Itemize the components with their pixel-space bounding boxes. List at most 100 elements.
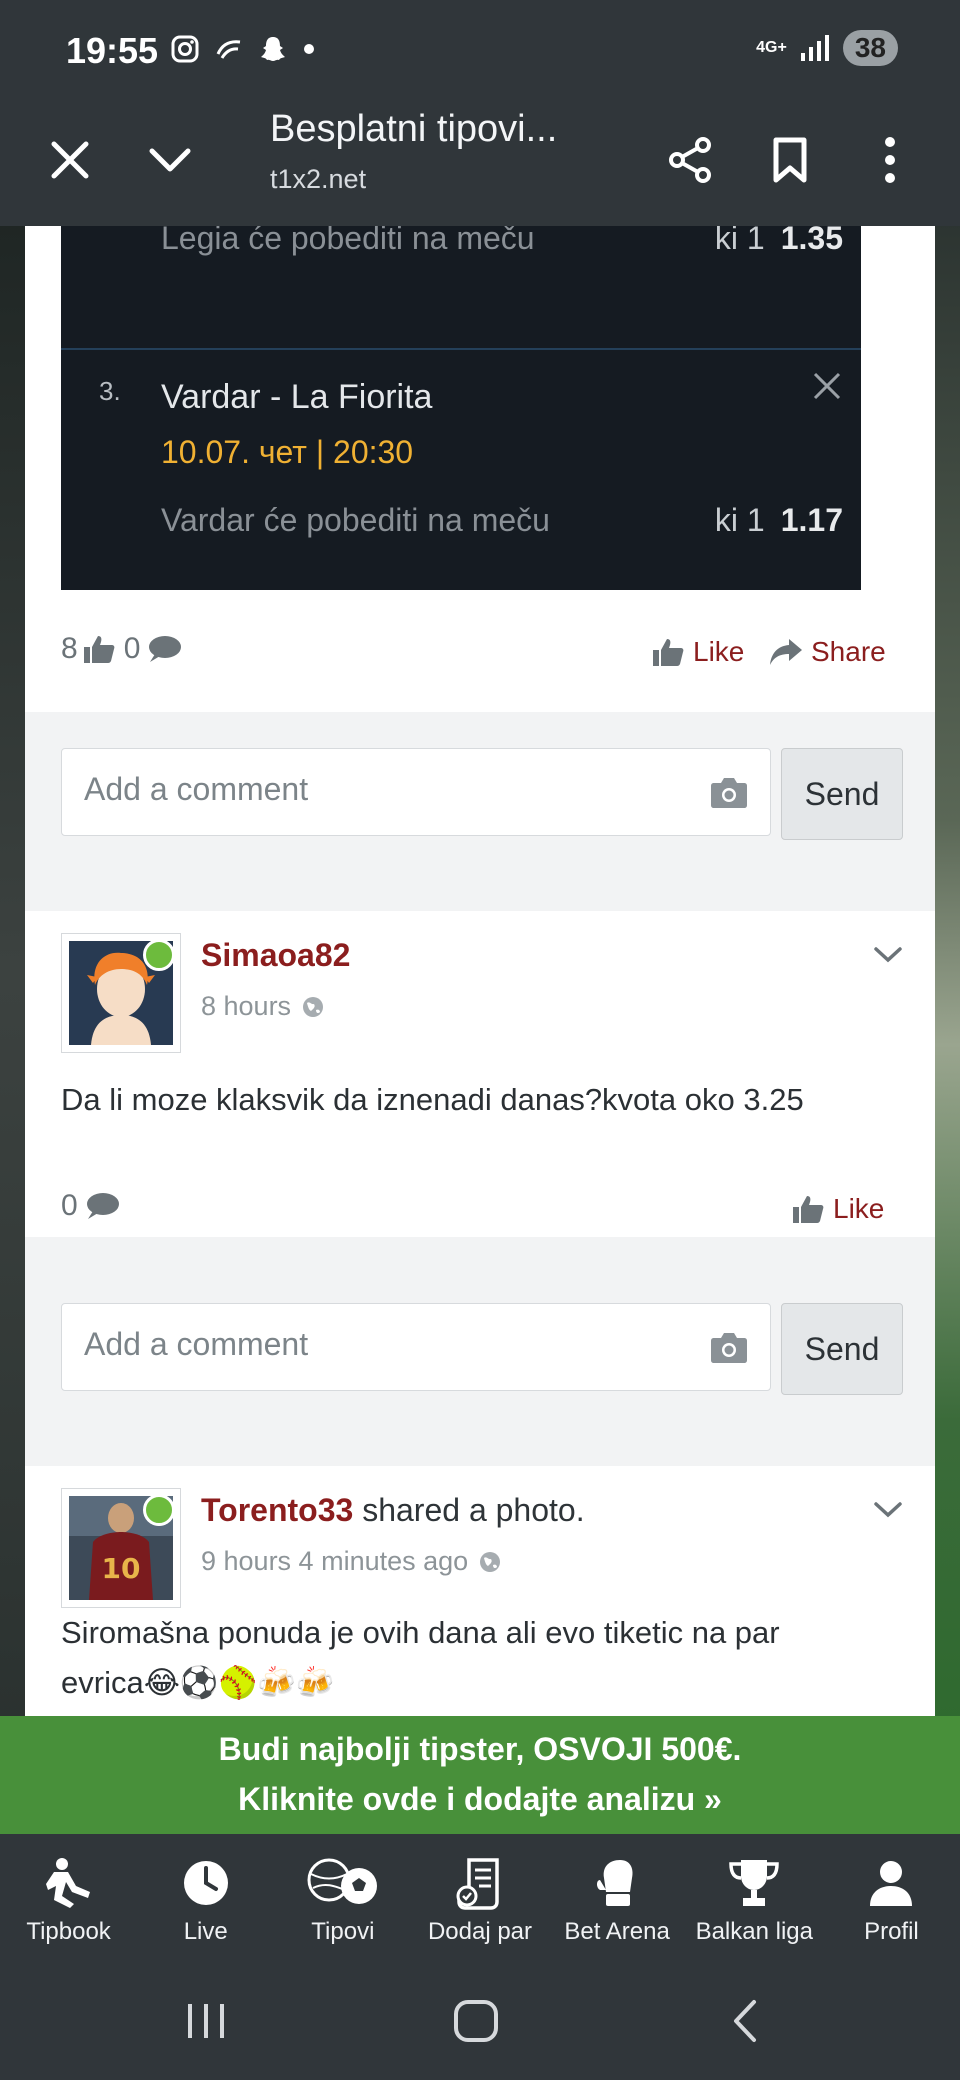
like-label: Like [693, 636, 745, 667]
share-arrow-icon [770, 639, 802, 665]
globe-icon [303, 996, 324, 1017]
user-icon [870, 1861, 913, 1906]
comment-icon [86, 1193, 119, 1219]
avatar[interactable] [61, 933, 181, 1053]
snapchat-icon [261, 37, 285, 61]
comment-area-2: Add a comment Send [25, 1267, 935, 1427]
promo-line1: Budi najbolji tipster, OSVOJI 500€. [218, 1731, 742, 1767]
comment-input[interactable]: Add a comment [61, 1303, 771, 1391]
status-bar: 19:55 4G+ 38 [0, 0, 960, 100]
post2-stats: 0 [61, 1189, 120, 1223]
ticket-match: Vardar - La Fiorita [161, 378, 433, 416]
clock-icon [183, 1861, 228, 1905]
page-title: Besplatni tipovi... [270, 108, 558, 150]
nav-label: Balkan liga [695, 1918, 813, 1945]
post-card-ticket: Legia će pobediti na meču ki 1 1.35 3. Va… [25, 226, 935, 712]
ticket-prev-prediction: Legia će pobediti na meču [161, 226, 535, 256]
more-vertical-icon [885, 137, 895, 183]
post3-action: shared a photo. [353, 1492, 585, 1528]
back-icon[interactable] [716, 1996, 776, 2046]
glove-icon [597, 1860, 633, 1906]
svg-text:10: 10 [102, 1552, 141, 1585]
thumbs-up-icon [653, 639, 684, 666]
nav-item-tipovi[interactable]: Tipovi [274, 1834, 411, 1958]
nav-item-profil[interactable]: Profil [823, 1834, 960, 1958]
avatar-image: 10 [69, 1496, 173, 1600]
post3-username[interactable]: Torento33 [201, 1492, 353, 1528]
close-button[interactable] [38, 128, 102, 192]
feed-content: Legia će pobediti na meču ki 1 1.35 3. Va… [25, 226, 935, 1716]
post2-time: 8 hours [201, 991, 292, 1021]
notification-icons [170, 34, 316, 64]
avatar-image [69, 941, 173, 1045]
network-type: 4G+ [756, 39, 787, 56]
more-button[interactable] [858, 128, 922, 192]
nav-label: Profil [864, 1918, 919, 1945]
nav-label: Dodaj par [427, 1918, 533, 1945]
chevron-down-icon[interactable] [873, 1500, 903, 1520]
battery-level: 38 [842, 30, 898, 66]
recent-apps-icon[interactable] [176, 1996, 236, 2046]
close-icon [51, 141, 89, 179]
send-button[interactable]: Send [781, 748, 903, 840]
promo-banner[interactable]: Budi najbolji tipster, OSVOJI 500€. Klik… [0, 1716, 960, 1834]
nav-item-tipbook[interactable]: Tipbook [0, 1834, 137, 1958]
ticket-icon [456, 1858, 499, 1910]
status-time: 19:55 [66, 30, 159, 71]
bookmark-icon [773, 137, 807, 183]
ticket-date: 10.07. чет | 20:30 [161, 434, 414, 470]
nav-item-balkan-liga[interactable]: Balkan liga [686, 1834, 823, 1958]
post2-text: Da li moze klaksvik da iznenadi danas?kv… [61, 1082, 804, 1117]
ticket-image[interactable]: Legia će pobediti na meču ki 1 1.35 3. Va… [61, 226, 861, 590]
share-label: Share [811, 636, 886, 667]
nav-item-bet-arena[interactable]: Bet Arena [549, 1834, 686, 1958]
post2-username[interactable]: Simaoa82 [201, 937, 350, 974]
post3-text-line1: Siromašna ponuda je ovih dana ali evo ti… [61, 1615, 780, 1650]
ticket-prediction: Vardar će pobediti na meču [161, 502, 550, 538]
instagram-icon [171, 35, 199, 63]
ticket-odds: ki 1 1.17 [715, 502, 843, 539]
post1-like-button[interactable]: Like [651, 636, 744, 668]
ticket-prev-odds-type: ki 1 [714, 226, 765, 256]
ticket-odds-value: 1.17 [780, 502, 843, 538]
avatar[interactable]: 10 [61, 1488, 181, 1608]
post3-text-line2: evrica😂⚽🥎🍻🍻 [61, 1665, 335, 1700]
minimize-button[interactable] [138, 128, 202, 192]
post1-share-button[interactable]: Share [769, 636, 886, 668]
ticket-divider [61, 348, 861, 350]
background-right-strip [934, 220, 960, 1720]
comment-area-1: Add a comment Send [25, 712, 935, 872]
status-right: 4G+ 38 [756, 30, 898, 66]
post3-header: Torento33 shared a photo. [201, 1492, 585, 1529]
bookmark-button[interactable] [758, 128, 822, 192]
remove-icon [813, 372, 841, 400]
background-left-strip [0, 220, 26, 1720]
bottom-navigation: Tipbook Live Tipovi Dodaj par Bet Arena … [0, 1834, 960, 1958]
trophy-icon [729, 1860, 780, 1906]
post1-stats: 8 0 [61, 632, 182, 666]
comment-placeholder: Add a comment [84, 771, 309, 807]
post3-time: 9 hours 4 minutes ago [201, 1546, 469, 1576]
nav-label: Tipbook [26, 1918, 111, 1945]
page-url[interactable]: t1x2.net [270, 164, 366, 195]
promo-line2: Kliknite ovde i dodajte analizu » [238, 1781, 722, 1817]
send-button[interactable]: Send [781, 1303, 903, 1395]
post3-timestamp: 9 hours 4 minutes ago [201, 1546, 502, 1577]
nav-item-dodaj-par[interactable]: Dodaj par [411, 1834, 548, 1958]
home-icon[interactable] [446, 1996, 506, 2046]
comment-input[interactable]: Add a comment [61, 748, 771, 836]
online-indicator [143, 1496, 173, 1526]
chevron-down-icon[interactable] [873, 945, 903, 965]
camera-icon[interactable] [710, 775, 748, 809]
post1-likes-count: 8 [61, 632, 78, 665]
camera-icon[interactable] [710, 1330, 748, 1364]
app-notification-icon [216, 40, 241, 59]
online-indicator [143, 941, 173, 971]
share-button[interactable] [658, 128, 722, 192]
nav-label: Tipovi [311, 1918, 375, 1945]
post2-like-button[interactable]: Like [791, 1193, 884, 1225]
post-card-simaoa82: Simaoa82 8 hours Da li moze klaksvik da … [25, 911, 935, 1237]
chevron-down-icon [149, 148, 191, 172]
ticket-prev-odds: ki 1 1.35 [715, 226, 843, 257]
nav-item-live[interactable]: Live [137, 1834, 274, 1958]
